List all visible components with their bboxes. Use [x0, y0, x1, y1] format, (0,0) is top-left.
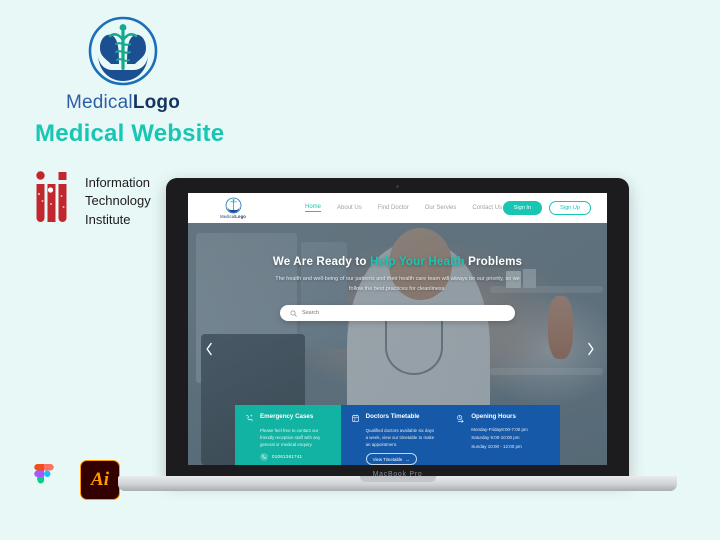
hours-row-weekday: Monday-Friday8:00-7:00 pm — [471, 426, 528, 432]
site-logo-text: MedicalLogo — [220, 214, 246, 219]
nav-actions: Sign In Sign Up — [502, 200, 591, 216]
card-emergency-phone-number: 01061261741 — [272, 454, 303, 460]
brand-wordmark-bold: Logo — [132, 92, 181, 113]
phone-icon — [260, 452, 268, 461]
hero-search-bar[interactable] — [280, 305, 515, 322]
site-logo-text-bold: Logo — [235, 214, 246, 220]
site-logo[interactable]: MedicalLogo — [210, 197, 256, 219]
carousel-next-arrow-icon[interactable] — [583, 339, 597, 359]
webcam-icon — [396, 185, 399, 188]
hours-row-saturday: Saturday 9:00-10:00 pm — [471, 435, 520, 441]
institute-line-3: Institute — [85, 211, 131, 227]
hero-headline: We Are Ready to Help Your Health Problem… — [273, 255, 522, 268]
card-timetable-header: Doctors Timetable — [351, 413, 437, 423]
card-opening-hours: Opening Hours Monday-Friday8:00-7:00 pm … — [446, 405, 560, 465]
iti-logo-icon — [32, 170, 76, 226]
institute-name: Information Technology Institute — [85, 170, 151, 229]
calendar-icon — [351, 414, 359, 422]
brand-wordmark-light: Medical — [65, 92, 133, 113]
laptop-mockup: MedicalLogo Home About Us Find Doctor Ou… — [118, 178, 677, 491]
search-icon — [290, 310, 297, 317]
hours-row-sunday: Sunday 10:00 - 12:00 pm — [471, 443, 522, 449]
emergency-call-icon — [246, 414, 253, 421]
hero-section: We Are Ready to Help Your Health Problem… — [188, 223, 607, 465]
card-emergency-cases: Emergency Cases Please feel free to cont… — [235, 405, 341, 465]
site-logo-text-light: Medical — [220, 214, 236, 220]
nav-link-contact-us[interactable]: Contact Us — [472, 205, 502, 211]
figma-icon — [25, 461, 63, 499]
card-emergency-phone[interactable]: 01061261741 — [260, 452, 331, 461]
nav-link-home[interactable]: Home — [305, 204, 322, 213]
card-emergency-header: Emergency Cases — [245, 413, 331, 423]
arrow-right-icon: → — [405, 456, 410, 462]
institute-line-1: Information — [85, 175, 151, 190]
institute-block: Information Technology Institute — [32, 170, 151, 229]
illustrator-icon: Ai — [80, 460, 120, 500]
nav-links: Home About Us Find Doctor Our Servies Co… — [305, 204, 502, 213]
card-emergency-title: Emergency Cases — [260, 413, 314, 420]
caduceus-hands-logo-icon — [86, 14, 160, 88]
sign-up-button[interactable]: Sign Up — [549, 200, 591, 216]
card-hours-header: Opening Hours — [456, 413, 550, 423]
site-navbar: MedicalLogo Home About Us Find Doctor Ou… — [188, 193, 607, 223]
nav-link-our-servies[interactable]: Our Servies — [425, 205, 457, 211]
card-timetable-title: Doctors Timetable — [365, 413, 420, 420]
card-doctors-timetable: Doctors Timetable Qualified doctors avai… — [340, 405, 447, 465]
sign-in-button[interactable]: Sign In — [502, 200, 543, 216]
card-hours-title: Opening Hours — [471, 413, 516, 420]
hero-subtitle: The health and well-being of our patient… — [275, 276, 520, 292]
hero-headline-part2: Problems — [464, 255, 523, 268]
brand-wordmark: MedicalLogo — [48, 92, 198, 114]
clock-hours-icon — [457, 414, 464, 423]
site-logo-icon — [225, 197, 242, 214]
card-emergency-body: Please feel free to contact our friendly… — [260, 427, 321, 447]
nav-link-about-us[interactable]: About Us — [337, 205, 362, 211]
search-input[interactable] — [302, 310, 505, 317]
nav-link-find-doctor[interactable]: Find Doctor — [378, 205, 409, 211]
hero-headline-part1: We Are Ready to — [272, 255, 370, 268]
laptop-notch — [359, 476, 436, 482]
carousel-prev-arrow-icon[interactable] — [202, 339, 216, 359]
browser-screen: MedicalLogo Home About Us Find Doctor Ou… — [188, 193, 607, 465]
view-timetable-button[interactable]: View Timetable → — [365, 453, 417, 465]
info-cards: Emergency Cases Please feel free to cont… — [235, 405, 560, 465]
brand-logo: MedicalLogo — [48, 14, 198, 114]
view-timetable-label: View Timetable — [372, 456, 403, 462]
hero-headline-highlight: Help Your Health — [369, 255, 465, 268]
institute-line-2: Technology — [85, 193, 151, 209]
laptop-lid: MedicalLogo Home About Us Find Doctor Ou… — [166, 178, 629, 480]
card-timetable-body: Qualified doctors available six days a w… — [365, 427, 435, 447]
tool-badges: Ai — [25, 460, 120, 500]
card-hours-list: Monday-Friday8:00-7:00 pm Saturday 9:00-… — [471, 426, 550, 452]
page-title: Medical Website — [35, 120, 225, 147]
